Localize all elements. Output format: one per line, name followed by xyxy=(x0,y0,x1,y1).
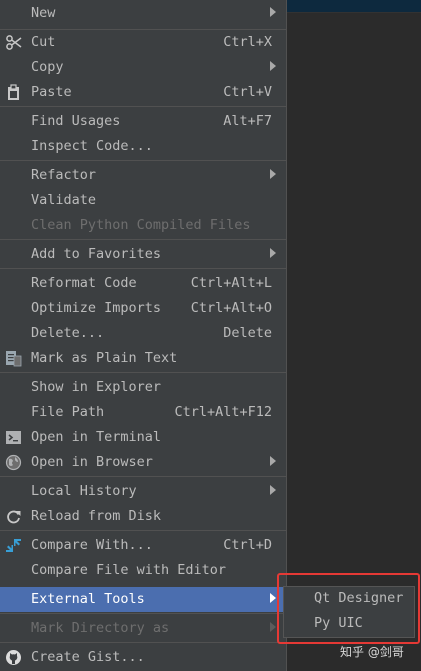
menu-item-local-history[interactable]: Local History xyxy=(0,479,286,504)
plain-text-icon xyxy=(6,351,22,367)
menu-item-shortcut: Ctrl+Alt+O xyxy=(190,300,272,316)
menu-separator xyxy=(0,268,286,269)
menu-separator xyxy=(0,530,286,531)
menu-item-label: Mark as Plain Text xyxy=(31,350,178,366)
clipboard-icon xyxy=(8,84,19,100)
menu-item-label: Paste xyxy=(31,84,72,100)
menu-item-label: Refactor xyxy=(31,167,97,183)
menu-item-label: Reload from Disk xyxy=(31,508,162,524)
menu-item-mark-directory-as: Mark Directory as xyxy=(0,616,286,641)
menu-item-validate[interactable]: Validate xyxy=(0,188,286,213)
menu-item-create-gist[interactable]: Create Gist... xyxy=(0,645,286,670)
menu-item-compare-with[interactable]: Compare With... Ctrl+D xyxy=(0,533,286,558)
menu-item-label: Delete... xyxy=(31,325,105,341)
menu-item-shortcut: Ctrl+V xyxy=(223,84,272,100)
menu-separator xyxy=(0,476,286,477)
menu-item-shortcut: Alt+F7 xyxy=(223,113,272,129)
terminal-icon xyxy=(6,431,21,444)
menu-item-label: Mark Directory as xyxy=(31,620,170,636)
menu-item-label: Compare File with Editor xyxy=(31,562,227,578)
menu-item-new[interactable]: New xyxy=(0,1,286,26)
menu-item-label: Validate xyxy=(31,192,97,208)
menu-item-label: Find Usages xyxy=(31,113,121,129)
submenu-arrow-icon xyxy=(270,248,276,258)
submenu-arrow-icon xyxy=(270,622,276,632)
submenu-arrow-icon xyxy=(270,61,276,71)
menu-item-compare-file-with-editor[interactable]: Compare File with Editor xyxy=(0,558,286,583)
submenu-arrow-icon xyxy=(270,593,276,603)
menu-separator xyxy=(0,106,286,107)
menu-item-label: New xyxy=(31,5,56,21)
editor-tab-strip xyxy=(287,0,421,13)
menu-item-label: Copy xyxy=(31,59,64,75)
menu-separator xyxy=(0,642,286,643)
menu-item-label: Add to Favorites xyxy=(31,246,162,262)
menu-item-label: Open in Terminal xyxy=(31,429,162,445)
submenu-arrow-icon xyxy=(270,7,276,17)
menu-item-open-in-browser[interactable]: Open in Browser xyxy=(0,450,286,475)
menu-item-show-in-explorer[interactable]: Show in Explorer xyxy=(0,375,286,400)
menu-item-cut[interactable]: Cut Ctrl+X xyxy=(0,30,286,55)
reload-icon xyxy=(7,510,21,524)
menu-item-mark-as-plain-text[interactable]: Mark as Plain Text xyxy=(0,346,286,371)
menu-item-add-to-favorites[interactable]: Add to Favorites xyxy=(0,242,286,267)
menu-item-label: External Tools xyxy=(31,591,145,607)
scissors-icon xyxy=(6,35,22,50)
editor-background xyxy=(287,0,421,671)
menu-item-inspect-code[interactable]: Inspect Code... xyxy=(0,134,286,159)
menu-item-find-usages[interactable]: Find Usages Alt+F7 xyxy=(0,109,286,134)
menu-item-refactor[interactable]: Refactor xyxy=(0,163,286,188)
menu-item-label: Create Gist... xyxy=(31,649,145,665)
menu-item-shortcut: Ctrl+X xyxy=(223,34,272,50)
menu-item-label: Clean Python Compiled Files xyxy=(31,217,251,233)
menu-separator xyxy=(0,239,286,240)
menu-item-open-in-terminal[interactable]: Open in Terminal xyxy=(0,425,286,450)
submenu-arrow-icon xyxy=(270,485,276,495)
menu-separator xyxy=(0,613,286,614)
menu-item-label: Open in Browser xyxy=(31,454,153,470)
compare-icon xyxy=(6,539,21,552)
submenu-arrow-icon xyxy=(270,456,276,466)
menu-item-shortcut: Ctrl+Alt+F12 xyxy=(174,404,272,420)
menu-item-label: Inspect Code... xyxy=(31,138,153,154)
github-icon xyxy=(6,650,21,665)
menu-item-copy[interactable]: Copy xyxy=(0,55,286,80)
menu-separator xyxy=(0,160,286,161)
menu-item-label: Show in Explorer xyxy=(31,379,162,395)
menu-item-delete[interactable]: Delete... Delete xyxy=(0,321,286,346)
menu-item-external-tools[interactable]: External Tools xyxy=(0,587,286,612)
menu-item-optimize-imports[interactable]: Optimize Imports Ctrl+Alt+O xyxy=(0,296,286,321)
menu-item-clean-python-compiled-files: Clean Python Compiled Files xyxy=(0,213,286,238)
menu-item-label: File Path xyxy=(31,404,105,420)
menu-separator xyxy=(0,372,286,373)
submenu-arrow-icon xyxy=(270,169,276,179)
menu-item-shortcut: Ctrl+Alt+L xyxy=(190,275,272,291)
watermark: 知乎 @剑哥 xyxy=(340,645,404,659)
menu-item-label: Local History xyxy=(31,483,137,499)
menu-item-label: Optimize Imports xyxy=(31,300,162,316)
menu-item-paste[interactable]: Paste Ctrl+V xyxy=(0,80,286,105)
menu-item-file-path[interactable]: File Path Ctrl+Alt+F12 xyxy=(0,400,286,425)
menu-item-label: Reformat Code xyxy=(31,275,137,291)
context-menu: New Cut Ctrl+X Copy Paste Ctrl+V Find Us… xyxy=(0,0,287,671)
menu-item-reload-from-disk[interactable]: Reload from Disk xyxy=(0,504,286,529)
menu-item-label: Cut xyxy=(31,34,56,50)
menu-item-shortcut: Ctrl+D xyxy=(223,537,272,553)
menu-item-shortcut: Delete xyxy=(223,325,272,341)
annotation-highlight-box xyxy=(277,573,420,644)
globe-icon xyxy=(5,454,22,471)
menu-item-reformat-code[interactable]: Reformat Code Ctrl+Alt+L xyxy=(0,271,286,296)
menu-item-label: Compare With... xyxy=(31,537,153,553)
